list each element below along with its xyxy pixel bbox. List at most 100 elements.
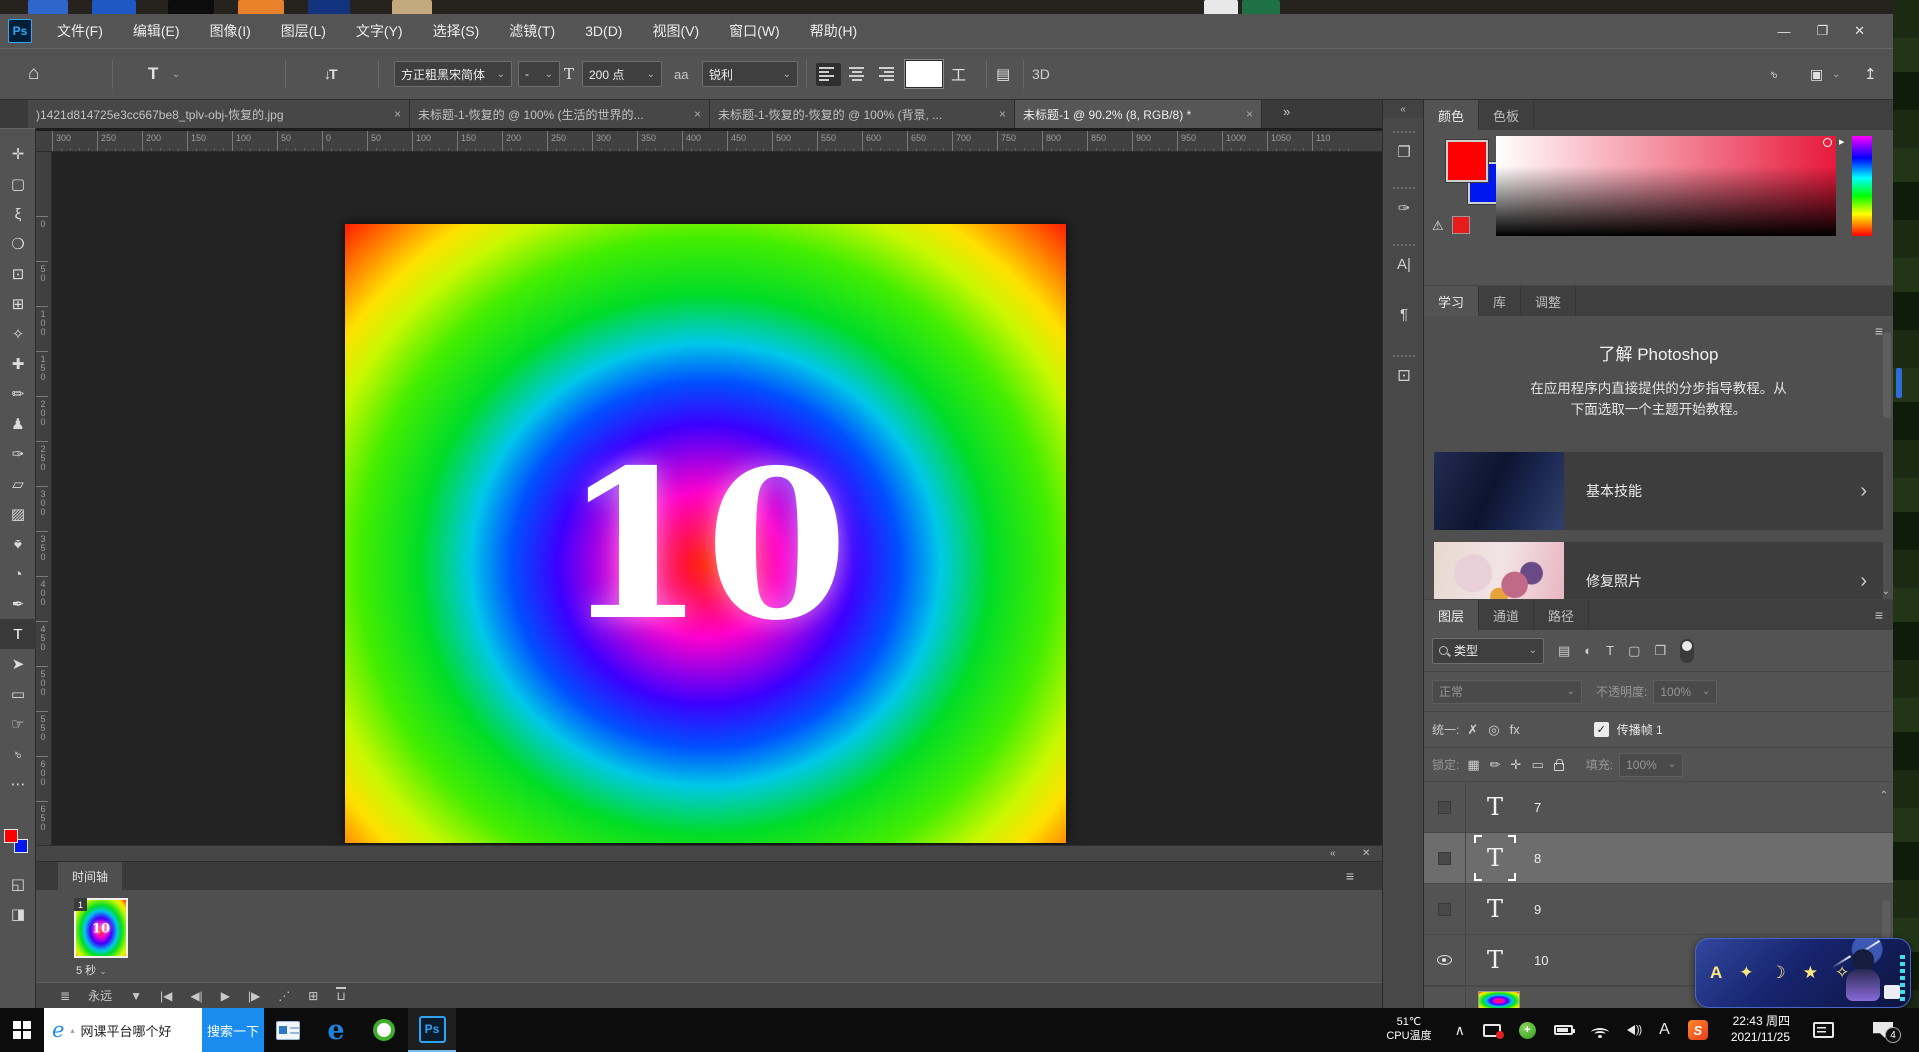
gamut-warning-swatch[interactable] [1452,216,1470,234]
document-canvas[interactable]: 10 [345,224,1066,843]
learn-card-retouch[interactable]: 修复照片 › [1434,542,1883,599]
close-tab-icon[interactable]: × [999,107,1006,121]
widget-icon[interactable]: ✦ [1739,963,1753,983]
menu-item[interactable]: 窗口(W) [714,14,795,48]
tool-button[interactable]: ✚ [0,349,36,379]
widget-icon[interactable]: ★ [1803,963,1818,983]
tool-button[interactable]: ⊞ [0,289,36,319]
tool-button[interactable]: T [0,619,36,649]
type-tool-preset-icon[interactable]: T [148,49,158,99]
panel-tab[interactable]: 通道 [1479,600,1534,630]
widget-icon[interactable]: A [1710,963,1722,983]
scroll-up-icon[interactable]: ⌃ [1880,790,1888,801]
panel-tab[interactable]: 调整 [1521,286,1576,316]
unify-icon[interactable]: ◎ [1488,722,1499,738]
hidden-icons-chevron[interactable]: ∧ [1455,1022,1465,1039]
cpu-temperature[interactable]: 51℃ CPU温度 [1386,1016,1431,1044]
taskbar-clock[interactable]: 22:43 周四 2021/11/25 [1731,1014,1790,1045]
warp-text-icon[interactable]: 工 [951,49,966,99]
vertical-ruler[interactable]: 050100150200250300350400450500550600650 [36,152,52,845]
taskbar-app-edge[interactable]: e [312,1008,360,1052]
layer-filter-icon[interactable]: ▤ [1558,643,1570,659]
tool-button[interactable]: ξ [0,199,36,229]
maximize-button[interactable]: ❐ [1816,23,1828,39]
menu-item[interactable]: 文件(F) [42,14,118,48]
unify-icon[interactable]: fx [1510,722,1520,737]
background-layer-thumbnail[interactable] [1478,991,1520,1008]
search-go-button[interactable]: 搜索一下 [202,1008,264,1052]
close-panel-icon[interactable]: ✕ [1362,848,1370,859]
panel-menu-icon[interactable]: ≡ [1875,323,1883,339]
search-icon[interactable]: ♁ [1768,49,1779,99]
tool-button[interactable]: ♠ [0,529,36,559]
collapse-dock-icon[interactable]: « [1383,100,1423,118]
widget-icon[interactable]: ☽ [1771,963,1786,983]
fill-field[interactable]: 100% ⌄ [1619,753,1683,777]
tool-button[interactable]: ▭ [0,679,36,709]
close-tab-icon[interactable]: × [394,107,401,121]
input-language-indicator[interactable]: A [1659,1021,1670,1039]
collapsed-panel-icon[interactable]: ✑ [1383,174,1425,230]
collapsed-panel-icon[interactable]: A| [1383,230,1425,286]
timeline-control-button[interactable]: |▶ [248,989,260,1003]
blend-mode-select[interactable]: 正常 ⌄ [1432,680,1582,704]
timeline-control-button[interactable]: |◀ [160,989,172,1003]
propagate-frame-checkbox[interactable]: ✓ [1594,722,1609,737]
taskbar-app-browser-360[interactable] [360,1008,408,1052]
timeline-control-button[interactable]: ◀| [190,989,202,1003]
tool-button[interactable]: ❍ [0,229,36,259]
timeline-control-button[interactable]: ⊞ [308,989,318,1003]
menu-item[interactable]: 图像(I) [195,14,266,48]
layer-thumbnail[interactable]: T [1480,941,1510,979]
menu-item[interactable]: 编辑(E) [118,14,195,48]
panel-menu-icon[interactable]: ≡ [1346,868,1354,884]
scrollbar[interactable] [1883,332,1891,418]
home-icon[interactable]: ⌂ [28,49,39,99]
close-button[interactable]: ✕ [1854,23,1865,39]
layer-filter-icon[interactable]: ◐ [1584,643,1592,658]
align-right-button[interactable] [872,63,897,86]
tool-button[interactable]: ➤ [0,649,36,679]
timeline-control-button[interactable]: 永远 [88,987,112,1004]
tool-button[interactable]: ✛ [0,139,36,169]
menu-item[interactable]: 文字(Y) [341,14,418,48]
lock-icon[interactable]: ▦ [1467,757,1479,773]
close-tab-icon[interactable]: × [1246,107,1253,121]
panel-tab[interactable]: 路径 [1534,600,1589,630]
layer-row[interactable]: T 9 [1424,884,1893,935]
color-saturation-field[interactable] [1496,136,1836,236]
gamut-warning-icon[interactable]: ⚠ [1432,218,1444,234]
tool-button[interactable]: ✏ [0,379,36,409]
opacity-field[interactable]: 100% ⌄ [1653,680,1717,704]
start-button[interactable] [0,1008,44,1052]
layer-thumbnail[interactable]: T [1480,788,1510,826]
lock-icon[interactable]: ✛ [1511,757,1522,773]
align-center-button[interactable] [844,63,869,86]
tool-button[interactable]: ▢ [0,169,36,199]
layer-filter-icon[interactable]: ▢ [1628,643,1640,659]
tool-button[interactable]: ♁ [0,739,36,769]
collapse-panel-icon[interactable]: « [1330,848,1336,859]
animation-frame-1[interactable]: 1 10 [74,898,128,958]
notification-center-icon[interactable]: 4 [1873,1022,1893,1038]
menu-item[interactable]: 视图(V) [637,14,714,48]
color-field-handle[interactable] [1823,138,1832,147]
document-tab[interactable]: 未标题-1-恢复的-恢复的 @ 100% (背景, ... × [710,100,1015,128]
tab-timeline[interactable]: 时间轴 [58,862,122,890]
timeline-control-button[interactable]: ≣ [60,989,70,1003]
timeline-control-button[interactable]: ⋰ [278,989,290,1003]
layer-visibility-toggle[interactable] [1424,782,1466,833]
tool-button[interactable]: ⊡ [0,259,36,289]
tool-button[interactable]: ✧ [0,319,36,349]
frame-duration[interactable]: 5 秒 ⌄ [76,962,107,978]
tool-button[interactable]: ⋯ [0,769,36,799]
toolbar-color-swatches[interactable] [4,829,32,859]
panel-tab[interactable]: 图层 [1424,600,1479,630]
wifi-icon[interactable] [1591,1024,1609,1037]
text-color-swatch[interactable] [905,60,943,88]
tool-button[interactable]: ▨ [0,499,36,529]
tool-button[interactable]: ▱ [0,469,36,499]
panel-menu-icon[interactable]: ≡ [1875,607,1883,623]
menu-item[interactable]: 帮助(H) [795,14,872,48]
close-tab-icon[interactable]: × [694,107,701,121]
